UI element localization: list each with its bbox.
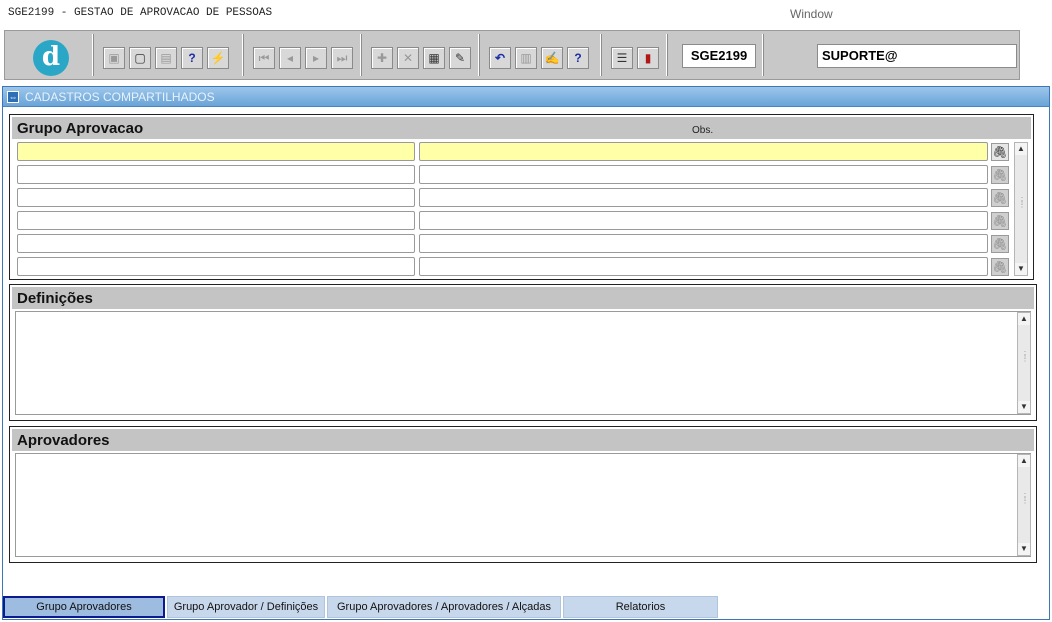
attachment-icon[interactable]: 🖇: [991, 189, 1009, 207]
print-preview-icon[interactable]: ▢: [129, 47, 151, 69]
aprovadores-area[interactable]: [15, 453, 1031, 557]
file-tools-group: ▣ ▢ ▤ ? ⚡: [95, 34, 243, 76]
attachment-icon[interactable]: 🖇: [991, 143, 1009, 161]
save-icon[interactable]: ▣: [103, 47, 125, 69]
grupo-field-row-6[interactable]: [17, 257, 415, 276]
first-record-icon[interactable]: ⏮: [253, 47, 275, 69]
tab-aprovadores-alcadas[interactable]: Grupo Aprovadores / Aprovadores / Alçada…: [327, 596, 561, 618]
obs-column-label: Obs.: [692, 125, 714, 136]
logo-group: d: [7, 34, 93, 76]
attachment-icon[interactable]: 🖇: [991, 258, 1009, 276]
navigation-group: ⏮ ◂ ▸ ⏭: [245, 34, 361, 76]
aprovadores-header: Aprovadores: [12, 429, 1034, 451]
duplicate-record-icon[interactable]: ▦: [423, 47, 445, 69]
attachment-icon[interactable]: 🖇: [991, 212, 1009, 230]
grupo-aprovacao-header: Grupo Aprovacao Obs.: [12, 117, 1031, 139]
clear-record-icon[interactable]: ✎: [449, 47, 471, 69]
edit-group: ↶ ▥ ✍ ?: [481, 34, 601, 76]
definicoes-section: Definições ▲ ⋮ ⋮ ▼: [9, 284, 1037, 421]
next-record-icon[interactable]: ▸: [305, 47, 327, 69]
insert-record-icon[interactable]: ✚: [371, 47, 393, 69]
window-icon: ⇔: [7, 91, 19, 103]
app-title: SGE2199 - GESTAO DE APROVACAO DE PESSOAS: [8, 7, 273, 19]
tab-grupo-aprovadores[interactable]: Grupo Aprovadores: [3, 596, 165, 618]
scroll-grip-icon: ⋮ ⋮: [1021, 492, 1029, 505]
grupo-aprovacao-title: Grupo Aprovacao: [17, 120, 144, 137]
bottom-tabs: Grupo Aprovadores Grupo Aprovador / Defi…: [3, 595, 1049, 619]
scroll-up-icon[interactable]: ▲: [1018, 455, 1030, 467]
grupo-scrollbar[interactable]: ▲ ⋮ ⋮ ▼: [1014, 142, 1028, 276]
scroll-down-icon[interactable]: ▼: [1018, 543, 1030, 555]
delete-record-icon[interactable]: ✕: [397, 47, 419, 69]
grupo-field-row-2[interactable]: [17, 165, 415, 184]
help-icon[interactable]: ?: [567, 47, 589, 69]
last-record-icon[interactable]: ⏭: [331, 47, 353, 69]
scroll-down-icon[interactable]: ▼: [1015, 263, 1027, 275]
grupo-field-row-1[interactable]: [17, 142, 415, 161]
aprovadores-title: Aprovadores: [17, 432, 110, 449]
obs-field-row-2[interactable]: [419, 165, 988, 184]
main-window: ⇔ CADASTROS COMPARTILHADOS Grupo Aprovac…: [2, 86, 1050, 620]
toolbar: d ▣ ▢ ▤ ? ⚡ ⏮ ◂ ▸ ⏭ ✚ ✕ ▦ ✎ ↶ ▥ ✍ ? ☰ ▮ …: [4, 30, 1020, 80]
window-menu[interactable]: Window: [790, 7, 833, 21]
title-bar: SGE2199 - GESTAO DE APROVACAO DE PESSOAS…: [0, 0, 1052, 28]
user-field: SUPORTE@: [817, 44, 1017, 68]
scroll-down-icon[interactable]: ▼: [1018, 401, 1030, 413]
definicoes-header: Definições: [12, 287, 1034, 309]
form-code-field: SGE2199: [682, 44, 756, 68]
execute-query-icon[interactable]: ⚡: [207, 47, 229, 69]
aprovadores-section: Aprovadores ▲ ⋮ ⋮ ▼: [9, 426, 1037, 563]
tab-grupo-aprovador-definicoes[interactable]: Grupo Aprovador / Definições: [167, 596, 325, 618]
definicoes-title: Definições: [17, 290, 93, 307]
definicoes-scrollbar[interactable]: ▲ ⋮ ⋮ ▼: [1017, 312, 1031, 414]
clipboard-icon[interactable]: ▥: [515, 47, 537, 69]
obs-field-row-5[interactable]: [419, 234, 988, 253]
grupo-field-row-5[interactable]: [17, 234, 415, 253]
scroll-up-icon[interactable]: ▲: [1018, 313, 1030, 325]
attachment-icon[interactable]: 🖇: [991, 166, 1009, 184]
undo-icon[interactable]: ↶: [489, 47, 511, 69]
menu-icon[interactable]: ☰: [611, 47, 633, 69]
scroll-grip-icon: ⋮ ⋮: [1021, 350, 1029, 363]
definicoes-area[interactable]: [15, 311, 1031, 415]
tab-relatorios[interactable]: Relatorios: [563, 596, 718, 618]
previous-record-icon[interactable]: ◂: [279, 47, 301, 69]
grupo-aprovacao-section: Grupo Aprovacao Obs. 🖇 🖇 🖇 🖇 🖇 🖇 ▲ ⋮ ⋮ ▼: [9, 114, 1034, 280]
print-icon[interactable]: ▤: [155, 47, 177, 69]
obs-field-row-1[interactable]: [419, 142, 988, 161]
record-group: ✚ ✕ ▦ ✎: [363, 34, 479, 76]
scroll-up-icon[interactable]: ▲: [1015, 143, 1027, 155]
app-logo-icon: d: [33, 40, 69, 76]
menu-group: ☰ ▮: [603, 34, 667, 76]
window-titlebar: ⇔ CADASTROS COMPARTILHADOS: [3, 87, 1049, 107]
exit-icon[interactable]: ▮: [637, 47, 659, 69]
obs-field-row-4[interactable]: [419, 211, 988, 230]
window-title: CADASTROS COMPARTILHADOS: [25, 90, 215, 104]
obs-field-row-3[interactable]: [419, 188, 988, 207]
attachment-icon[interactable]: 🖇: [991, 235, 1009, 253]
aprovadores-scrollbar[interactable]: ▲ ⋮ ⋮ ▼: [1017, 454, 1031, 556]
query-help-icon[interactable]: ?: [181, 47, 203, 69]
edit-icon[interactable]: ✍: [541, 47, 563, 69]
obs-field-row-6[interactable]: [419, 257, 988, 276]
grupo-field-row-4[interactable]: [17, 211, 415, 230]
grupo-field-row-3[interactable]: [17, 188, 415, 207]
scroll-grip-icon: ⋮ ⋮: [1018, 196, 1026, 209]
